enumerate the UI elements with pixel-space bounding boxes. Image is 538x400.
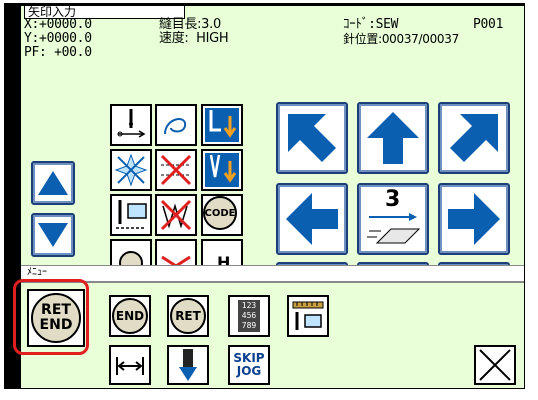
width-arrows-icon [116, 357, 144, 375]
bottom-menu: RET END END RET 123 456 789 SKIP JOG [21, 281, 524, 388]
panel-screen: 矢印入力 X:+0000.0 Y:+0000.0 PF: +00.0 縫目長:3… [21, 6, 524, 388]
arrow-up-right-button[interactable] [438, 102, 510, 174]
feed-down-button[interactable] [167, 345, 209, 385]
curve-icon [164, 118, 187, 135]
end-button[interactable]: END [109, 295, 151, 337]
numpad-icon: 123 456 789 [238, 300, 260, 332]
step-amount-button[interactable]: 3 [357, 183, 429, 255]
arrow-right-button[interactable] [438, 183, 510, 255]
ret-icon: RET [170, 298, 206, 334]
feed-down-icon [179, 349, 197, 381]
triangle-up-icon [38, 171, 68, 195]
arrow-right-icon [448, 193, 500, 245]
highlight-ret-end [13, 279, 89, 355]
needle-feed-icon [117, 109, 146, 138]
needle-window-button[interactable] [110, 194, 152, 236]
close-button[interactable] [474, 345, 516, 385]
curve-input-button[interactable] [155, 104, 197, 146]
scroll-down-button[interactable] [31, 213, 75, 257]
stitch-length: 縫目長:3.0 [159, 17, 221, 32]
arrow-up-icon [367, 112, 419, 164]
cancel-zigzag-icon [160, 199, 192, 231]
arrow-up-left-icon [288, 114, 336, 162]
center-burst-icon [114, 153, 148, 187]
ret-button[interactable]: RET [167, 295, 209, 337]
scroll-up-button[interactable] [31, 161, 75, 205]
code-button[interactable]: CODE [201, 194, 243, 236]
step-amount-label: 3 [385, 187, 401, 212]
width-button[interactable] [109, 345, 151, 385]
code-icon: CODE [203, 196, 237, 230]
center-point-button[interactable] [110, 149, 152, 191]
needle-position: 針位置:00037/00037 [343, 32, 459, 46]
arrow-up-right-icon [450, 114, 498, 162]
end-icon: END [112, 298, 148, 334]
cancel-zigzag-button[interactable] [155, 194, 197, 236]
code-value: ｺｰﾄﾞ:SEW [343, 17, 399, 32]
cancel-stitch-icon [160, 154, 192, 186]
coord-x: X:+0000.0 [24, 17, 92, 32]
needle-window-icon [116, 200, 147, 229]
needle-feed-button[interactable] [110, 104, 152, 146]
arrow-up-button[interactable] [357, 102, 429, 174]
arrow-left-icon [286, 193, 338, 245]
cancel-stitch-button[interactable] [155, 149, 197, 191]
menu-label: ﾒﾆｭｰ [21, 265, 524, 282]
close-icon [479, 349, 511, 381]
arrow-up-left-button[interactable] [276, 102, 348, 174]
jog-label: JOG [236, 364, 262, 378]
needle-up-button[interactable] [201, 104, 243, 146]
pattern-number: P001 [473, 17, 504, 32]
presser-foot-value: PF: +00.0 [24, 45, 92, 60]
skip-jog-button[interactable]: SKIP JOG [228, 345, 270, 385]
triangle-down-icon [38, 223, 68, 247]
coord-y: Y:+0000.0 [24, 31, 92, 46]
ruler-icon [292, 301, 324, 330]
needle-down-button[interactable] [201, 149, 243, 191]
speed-value: 速度: HIGH [159, 31, 229, 46]
ruler-button[interactable] [287, 295, 329, 337]
arrow-left-button[interactable] [276, 183, 348, 255]
needle-down-icon [205, 153, 239, 187]
numpad-button[interactable]: 123 456 789 [228, 295, 270, 337]
needle-up-icon [205, 108, 239, 142]
